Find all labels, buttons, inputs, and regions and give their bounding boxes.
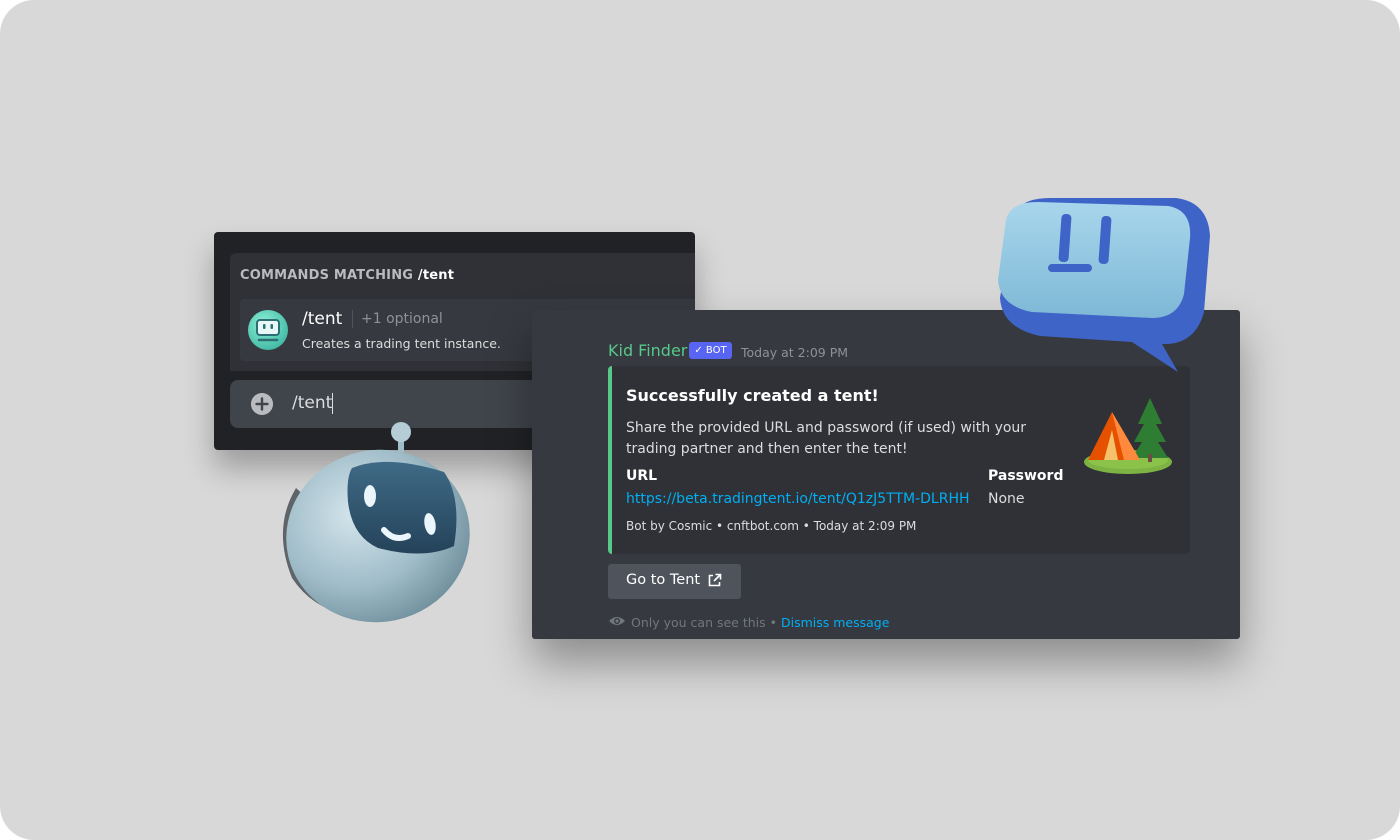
ephemeral-separator: • (765, 615, 781, 630)
embed-footer: Bot by Cosmic • cnftbot.com • Today at 2… (626, 519, 917, 533)
canvas-background: COMMANDS MATCHING /tent /tent +1 optiona… (0, 0, 1400, 840)
tent-icon (1084, 398, 1172, 474)
embed-field-url-label: URL (626, 468, 658, 484)
bot-badge: ✓ BOT (689, 342, 732, 359)
external-link-icon (708, 573, 722, 587)
text-caret (332, 393, 333, 414)
command-description: Creates a trading tent instance. (302, 336, 501, 351)
command-list-header: COMMANDS MATCHING /tent (240, 268, 454, 283)
chat-bubble-icon (998, 198, 1210, 372)
command-list-header-query: /tent (417, 268, 455, 283)
command-name: /tent (302, 309, 343, 329)
robot-icon (282, 422, 470, 623)
command-divider (352, 310, 353, 328)
plus-icon[interactable] (251, 393, 273, 415)
bot-avatar-icon (248, 310, 288, 350)
embed-title: Successfully created a tent! (626, 386, 879, 405)
embed-field-password-label: Password (988, 468, 1064, 484)
go-to-tent-label[interactable]: Go to Tent (626, 572, 700, 588)
command-list-header-label: COMMANDS MATCHING (240, 268, 418, 283)
ephemeral-notice: Only you can see this • Dismiss message (631, 615, 889, 630)
ephemeral-notice-text: Only you can see this (631, 615, 766, 630)
message-input-value[interactable]: /tent (292, 393, 332, 413)
eye-icon (609, 617, 625, 625)
command-optional-count: +1 optional (361, 311, 443, 327)
message-author[interactable]: Kid Finder (608, 341, 687, 360)
embed-field-password-value: None (988, 491, 1025, 507)
dismiss-message-link[interactable]: Dismiss message (781, 615, 889, 630)
message-timestamp: Today at 2:09 PM (741, 345, 849, 360)
embed-field-url-link[interactable]: https://beta.tradingtent.io/tent/Q1zJ5TT… (626, 491, 970, 507)
embed-description: Share the provided URL and password (if … (626, 420, 1027, 457)
